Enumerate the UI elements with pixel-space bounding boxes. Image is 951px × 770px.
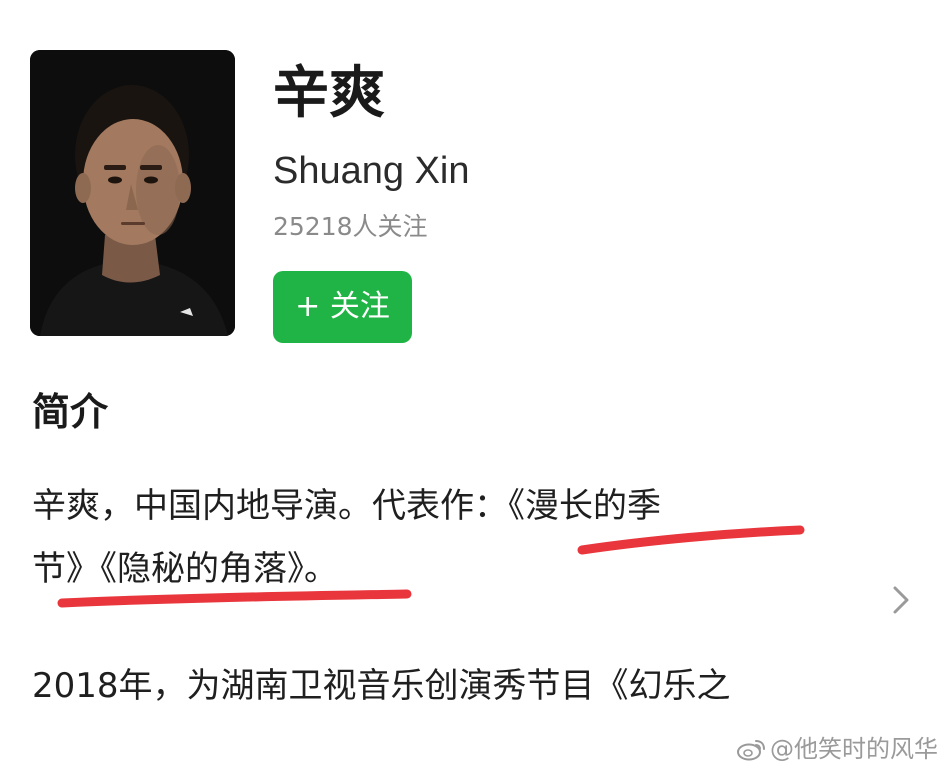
weibo-icon bbox=[736, 737, 766, 768]
profile-name: 辛爽 bbox=[273, 61, 385, 126]
underline-1 bbox=[577, 525, 805, 555]
intro-text-line-3: 2018年，为湖南卫视音乐创演秀节目《幻乐之 bbox=[32, 666, 731, 706]
avatar[interactable] bbox=[30, 50, 235, 336]
watermark-text: @他笑时的风华 bbox=[770, 735, 938, 763]
watermark: @他笑时的风华 bbox=[736, 734, 938, 768]
avatar-portrait bbox=[30, 50, 235, 336]
underline-2 bbox=[57, 589, 412, 608]
profile-english-name: Shuang Xin bbox=[273, 150, 470, 192]
follow-button[interactable]: + 关注 bbox=[273, 271, 412, 343]
intro-text-line-2: 节》《隐秘的角落》。 bbox=[32, 549, 338, 589]
follower-count: 25218人关注 bbox=[273, 212, 428, 241]
intro-title: 简介 bbox=[32, 390, 109, 434]
intro-text-line-1: 辛爽，中国内地导演。代表作：《漫长的季 bbox=[32, 486, 661, 526]
chevron-right-icon[interactable] bbox=[886, 584, 916, 616]
